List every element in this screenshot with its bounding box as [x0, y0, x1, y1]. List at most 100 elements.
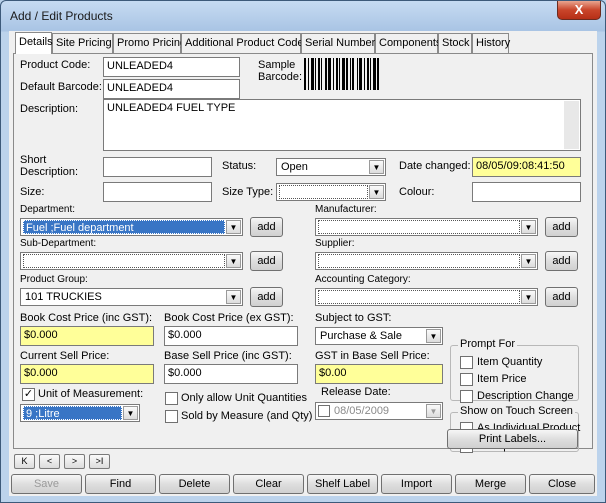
find-button[interactable]: Find [85, 474, 156, 494]
add-department-button[interactable]: add [250, 217, 283, 237]
book-cost-inc-field[interactable]: $0.000 [20, 326, 154, 346]
release-date-picker[interactable]: 08/05/2009 ▼ [315, 402, 443, 420]
supplier-value [318, 254, 520, 268]
tab-serial-numbers[interactable]: Serial Numbers [301, 33, 381, 53]
import-button[interactable]: Import [381, 474, 452, 494]
add-sub-department-button[interactable]: add [250, 251, 283, 271]
only-allow-unit-checkbox[interactable] [165, 392, 178, 405]
chevron-down-icon[interactable]: ▼ [369, 185, 384, 199]
gst-base-sell-field[interactable]: $0.00 [315, 364, 443, 384]
next-record-button[interactable]: > [64, 454, 85, 469]
add-manufacturer-button[interactable]: add [545, 217, 578, 237]
accounting-category-dropdown[interactable]: ▼ [315, 288, 538, 306]
product-code-label: Product Code: [20, 59, 91, 71]
chevron-down-icon[interactable]: ▼ [521, 220, 536, 234]
chevron-down-icon[interactable]: ▼ [226, 290, 241, 304]
chevron-down-icon[interactable]: ▼ [369, 160, 384, 174]
manufacturer-dropdown[interactable]: ▼ [315, 218, 538, 236]
sold-by-measure-checkbox[interactable] [165, 410, 178, 423]
chevron-down-icon[interactable]: ▼ [226, 220, 241, 234]
first-record-button[interactable]: K [14, 454, 35, 469]
sample-barcode-image [304, 58, 392, 90]
close-button[interactable]: Close [529, 474, 595, 494]
base-sell-field[interactable]: $0.000 [164, 364, 298, 384]
tab-additional-product-codes[interactable]: Additional Product Codes [181, 33, 309, 53]
tab-history[interactable]: History [472, 33, 510, 53]
department-value: Fuel ;Fuel department [23, 220, 225, 234]
status-label: Status: [222, 160, 257, 172]
description-change-label: Description Change [477, 390, 574, 402]
short-description-field[interactable] [103, 157, 212, 177]
department-label: Department: [20, 204, 76, 215]
department-dropdown[interactable]: Fuel ;Fuel department ▼ [20, 218, 243, 236]
status-value: Open [281, 161, 308, 173]
colour-field[interactable] [472, 182, 581, 202]
base-sell-label: Base Sell Price (inc GST): [164, 350, 292, 362]
release-date-checkbox[interactable] [318, 405, 330, 417]
tab-details[interactable]: Details [15, 32, 53, 54]
chevron-down-icon[interactable]: ▼ [521, 254, 536, 268]
accounting-category-label: Accounting Category: [315, 274, 411, 285]
last-record-button[interactable]: >I [89, 454, 110, 469]
accounting-category-value [318, 290, 520, 304]
shelf-label-button[interactable]: Shelf Label [307, 474, 378, 494]
default-barcode-field[interactable]: UNLEADED4 [103, 79, 240, 99]
sold-by-measure-label: Sold by Measure (and Qty) [181, 410, 313, 422]
status-dropdown[interactable]: Open ▼ [276, 158, 386, 176]
date-changed-label: Date changed: [399, 160, 471, 172]
title-bar[interactable]: Add / Edit Products X [1, 1, 605, 29]
sub-department-dropdown[interactable]: ▼ [20, 252, 243, 270]
description-text: UNLEADED4 FUEL TYPE [107, 102, 236, 114]
add-accounting-category-button[interactable]: add [545, 287, 578, 307]
tab-stock[interactable]: Stock [438, 33, 472, 53]
window-close-button[interactable]: X [557, 1, 601, 20]
manufacturer-label: Manufacturer: [315, 204, 377, 215]
unit-of-measurement-dropdown[interactable]: 9 ;Litre ▼ [20, 404, 140, 422]
delete-button[interactable]: Delete [159, 474, 230, 494]
print-labels-button[interactable]: Print Labels... [447, 429, 578, 449]
description-change-checkbox[interactable] [460, 390, 473, 403]
chevron-down-icon[interactable]: ▼ [426, 329, 441, 343]
product-group-label: Product Group: [20, 274, 88, 285]
subject-gst-label: Subject to GST: [315, 312, 392, 324]
sample-barcode-label-line2: Barcode: [258, 71, 303, 83]
current-sell-label: Current Sell Price: [20, 350, 110, 362]
chevron-down-icon[interactable]: ▼ [123, 406, 138, 420]
add-supplier-button[interactable]: add [545, 251, 578, 271]
date-changed-field[interactable]: 08/05/09:08:41:50 [472, 157, 581, 177]
tab-promo-pricing[interactable]: Promo Pricing [113, 33, 186, 53]
previous-record-button[interactable]: < [39, 454, 60, 469]
save-button[interactable]: Save [11, 474, 82, 494]
prompt-for-group: Prompt For Item Quantity Item Price Desc… [450, 338, 579, 403]
chevron-down-icon[interactable]: ▼ [426, 404, 441, 418]
add-product-group-button[interactable]: add [250, 287, 283, 307]
product-group-dropdown[interactable]: 101 TRUCKIES ▼ [20, 288, 243, 306]
description-label: Description: [20, 103, 79, 115]
size-type-dropdown[interactable]: ▼ [276, 183, 386, 201]
supplier-dropdown[interactable]: ▼ [315, 252, 538, 270]
current-sell-field[interactable]: $0.000 [20, 364, 154, 384]
product-code-field[interactable]: UNLEADED4 [103, 57, 240, 77]
tab-site-pricing[interactable]: Site Pricing [52, 33, 113, 53]
size-type-label: Size Type: [222, 186, 274, 198]
size-field[interactable] [103, 182, 212, 202]
subject-gst-dropdown[interactable]: Purchase & Sale ▼ [315, 327, 443, 345]
size-type-value [279, 185, 368, 199]
book-cost-inc-label: Book Cost Price (inc GST): [20, 312, 153, 324]
book-cost-ex-field[interactable]: $0.000 [164, 326, 298, 346]
unit-of-measurement-label: Unit of Measurement: [38, 388, 144, 400]
product-window: Add / Edit Products X Details Site Prici… [0, 0, 606, 503]
description-field[interactable]: UNLEADED4 FUEL TYPE [103, 99, 581, 151]
merge-button[interactable]: Merge [455, 474, 526, 494]
chevron-down-icon[interactable]: ▼ [521, 290, 536, 304]
description-scrollbar[interactable] [564, 101, 579, 149]
manufacturer-value [318, 220, 520, 234]
clear-button[interactable]: Clear [233, 474, 304, 494]
tab-components[interactable]: Components [375, 33, 441, 53]
item-quantity-checkbox[interactable] [460, 356, 473, 369]
chevron-down-icon[interactable]: ▼ [226, 254, 241, 268]
product-group-value: 101 TRUCKIES [25, 291, 102, 303]
item-price-checkbox[interactable] [460, 373, 473, 386]
client-area: Details Site Pricing Promo Pricing Addit… [9, 31, 597, 496]
unit-of-measurement-checkbox[interactable]: ✓ [22, 388, 35, 401]
